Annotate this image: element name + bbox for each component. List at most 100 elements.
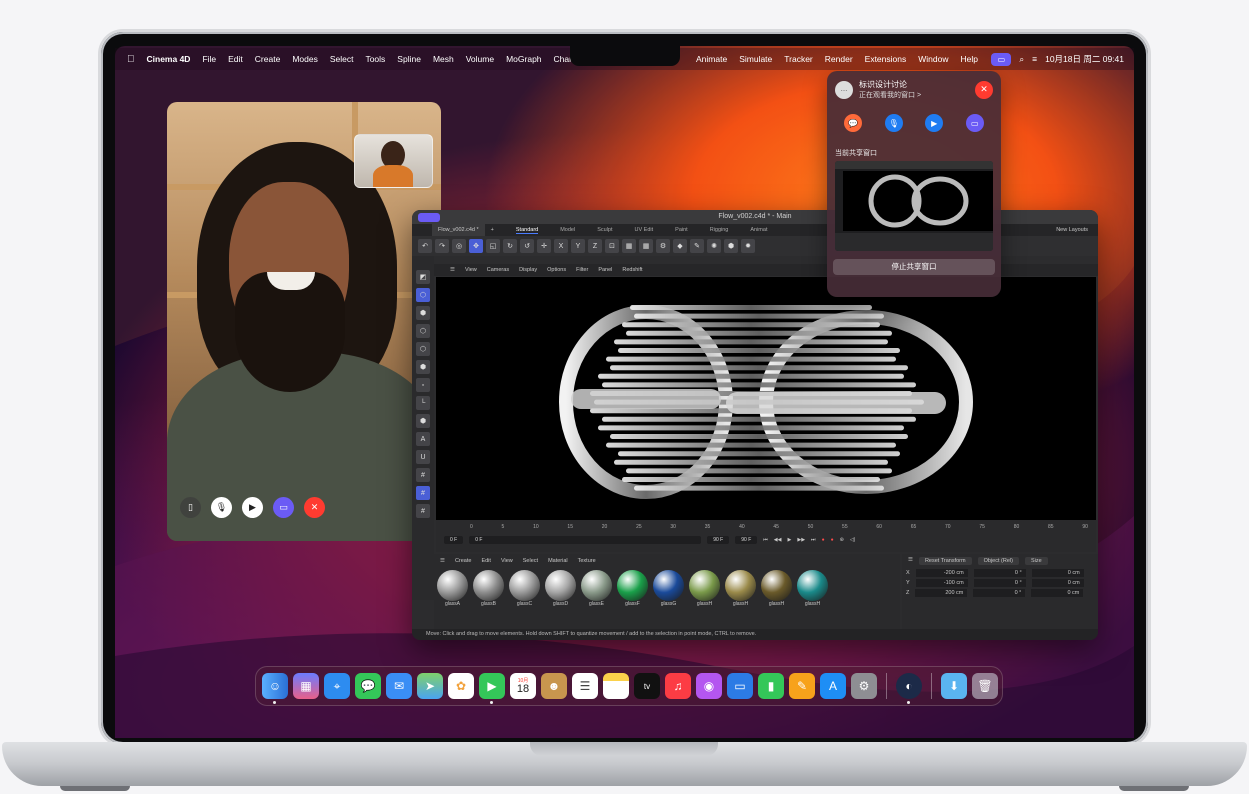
frame-start-field[interactable]: 0 F (444, 536, 464, 544)
layout-tab-sculpt[interactable]: Sculpt (597, 227, 612, 234)
podcasts-icon[interactable]: ◉ (696, 673, 722, 699)
downloads-folder-icon[interactable]: ⬇ (941, 673, 967, 699)
recent-tool-icon[interactable]: ↺ (520, 239, 534, 253)
rotation-field[interactable]: 0 ° (973, 579, 1026, 587)
position-field[interactable]: 200 cm (915, 589, 968, 597)
undo-icon[interactable]: ↶ (418, 239, 432, 253)
material-swatch[interactable]: glassD (544, 570, 577, 607)
effector-icon[interactable]: ✹ (741, 239, 755, 253)
end-call-icon[interactable]: ✕ (975, 80, 993, 99)
video-camera-icon[interactable]: ▶ (925, 114, 944, 132)
apple-tv-icon[interactable]: tv (634, 673, 660, 699)
rotation-field[interactable]: 0 ° (973, 589, 1026, 597)
menu-create[interactable]: Create (255, 54, 281, 64)
sound-icon[interactable]: ◁) (850, 537, 856, 543)
x-axis-icon[interactable]: X (554, 239, 568, 253)
control-center-icon[interactable]: ≡ (1032, 54, 1037, 64)
object-rel-dropdown[interactable]: Object (Rel) (977, 557, 1019, 565)
messages-icon[interactable]: 💬 (844, 114, 863, 132)
menu-extensions[interactable]: Extensions (865, 54, 907, 64)
rotation-field[interactable]: 0 ° (973, 569, 1026, 577)
trash-icon[interactable]: 🗑 (972, 673, 998, 699)
material-swatch[interactable]: glassE (580, 570, 613, 607)
video-camera-icon[interactable]: ▶ (242, 497, 263, 518)
cube-icon[interactable]: ◆ (673, 239, 687, 253)
sidebar-icon[interactable]: ▯ (180, 497, 201, 518)
next-key-icon[interactable]: ▶▶ (797, 537, 805, 543)
magnet-icon[interactable]: U (416, 450, 430, 464)
numbers-icon[interactable]: ▮ (758, 673, 784, 699)
frame-current-field[interactable]: 0 F (469, 536, 702, 544)
maps-icon[interactable]: ➤ (417, 673, 443, 699)
lock-workplane-icon[interactable]: # (416, 504, 430, 518)
material-swatch[interactable]: glassG (652, 570, 685, 607)
size-field[interactable]: 0 cm (1031, 589, 1084, 597)
menu-spline[interactable]: Spline (397, 54, 421, 64)
z-axis-icon[interactable]: Z (588, 239, 602, 253)
app-store-icon[interactable]: A (820, 673, 846, 699)
rotate-tool-icon[interactable]: ↻ (503, 239, 517, 253)
end-call-icon[interactable]: ✕ (304, 497, 325, 518)
object-mode-icon[interactable]: ⬡ (416, 288, 430, 302)
menu-help[interactable]: Help (960, 54, 977, 64)
viewing-status[interactable]: 正在观看我的窗口 > (859, 90, 921, 100)
contacts-icon[interactable]: ☻ (541, 673, 567, 699)
spline-pen-icon[interactable]: ✎ (690, 239, 704, 253)
menu-mesh[interactable]: Mesh (433, 54, 454, 64)
shared-window-thumbnail[interactable] (835, 161, 993, 251)
frame-end-preview-field[interactable]: 90 F (735, 536, 758, 544)
menu-select[interactable]: Select (330, 54, 354, 64)
material-menu-create[interactable]: Create (455, 558, 472, 564)
uv-mode-icon[interactable]: ▫ (416, 378, 430, 392)
material-menu-material[interactable]: Material (548, 558, 568, 564)
menu-clock[interactable]: 10月18日 周二 09:41 (1045, 53, 1124, 65)
material-menu-edit[interactable]: Edit (481, 558, 490, 564)
render-settings-icon[interactable]: ⚙ (656, 239, 670, 253)
layout-tab-uv-edit[interactable]: UV Edit (635, 227, 654, 234)
viewport-menu-filter[interactable]: Filter (576, 267, 588, 273)
polygons-mode-icon[interactable]: ⬢ (416, 360, 430, 374)
viewport-menu-cameras[interactable]: Cameras (487, 267, 509, 273)
launchpad-icon[interactable]: ▦ (293, 673, 319, 699)
axis-mode-icon[interactable]: └ (416, 396, 430, 410)
redo-icon[interactable]: ↷ (435, 239, 449, 253)
y-axis-icon[interactable]: Y (571, 239, 585, 253)
notes-icon[interactable] (603, 673, 629, 699)
viewport-hamburger-icon[interactable]: ☰ (450, 267, 455, 273)
select-tool-icon[interactable]: ◎ (452, 239, 466, 253)
size-field[interactable]: 0 cm (1031, 569, 1084, 577)
material-swatch[interactable]: glassC (508, 570, 541, 607)
goto-end-icon[interactable]: ⏭ (811, 537, 816, 543)
material-swatch[interactable]: glassA (436, 570, 469, 607)
edges-mode-icon[interactable]: ⬡ (416, 342, 430, 356)
safari-icon[interactable]: ⌖ (324, 673, 350, 699)
viewport-menu-display[interactable]: Display (519, 267, 537, 273)
menu-animate[interactable]: Animate (696, 54, 727, 64)
coordinates-hamburger-icon[interactable]: ☰ (908, 557, 913, 565)
keyframe-selection-icon[interactable]: ⊛ (840, 537, 844, 543)
goto-start-icon[interactable]: ⏮ (763, 537, 768, 543)
points-mode-icon[interactable]: ⬡ (416, 324, 430, 338)
system-settings-icon[interactable]: ⚙ (851, 673, 877, 699)
cinema4d-icon[interactable]: ◐ (896, 673, 922, 704)
screen-share-icon[interactable]: ▭ (273, 497, 294, 518)
autokey-icon[interactable]: ● (831, 537, 834, 543)
layout-tab-paint[interactable]: Paint (675, 227, 688, 234)
material-swatch[interactable]: glassH (688, 570, 721, 607)
material-swatch[interactable]: glassF (616, 570, 649, 607)
move-tool-icon[interactable]: ✥ (469, 239, 483, 253)
screen-share-icon[interactable]: ▭ (965, 114, 984, 132)
keynote-icon[interactable]: ▭ (727, 673, 753, 699)
material-swatch[interactable]: glassB (472, 570, 505, 607)
position-field[interactable]: -200 cm (915, 569, 968, 577)
apple-menu-icon[interactable]:  (127, 54, 135, 65)
reset-transform-button[interactable]: Reset Transform (918, 557, 972, 565)
render-view-icon[interactable]: ▦ (622, 239, 636, 253)
layout-tab-standard[interactable]: Standard (515, 227, 539, 234)
deformer-icon[interactable]: ⬢ (724, 239, 738, 253)
menu-volume[interactable]: Volume (466, 54, 494, 64)
microphone-icon[interactable]: 🎙 (884, 114, 903, 132)
mail-icon[interactable]: ✉ (386, 673, 412, 699)
viewport-menu-view[interactable]: View (465, 267, 477, 273)
3d-viewport[interactable] (436, 277, 1096, 520)
